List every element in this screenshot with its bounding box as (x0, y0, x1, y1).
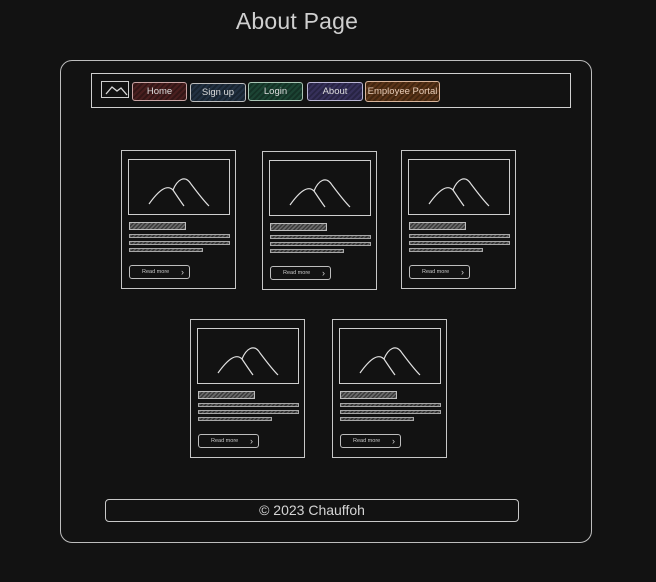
card-text-placeholder (198, 410, 299, 414)
image-placeholder-icon (128, 159, 230, 215)
read-more-button[interactable]: Read more › (340, 434, 401, 448)
card-text-placeholder (270, 249, 344, 253)
read-more-label: Read more (422, 269, 450, 275)
read-more-label: Read more (353, 438, 381, 444)
page-title: About Page (235, 8, 359, 34)
image-placeholder-icon (197, 328, 299, 384)
read-more-label: Read more (142, 269, 170, 275)
read-more-button[interactable]: Read more › (129, 265, 190, 279)
browser-frame (60, 60, 592, 543)
card: Read more › (262, 151, 377, 290)
image-placeholder-icon (269, 160, 371, 216)
nav-employee-portal-button[interactable]: Employee Portal (365, 81, 440, 102)
footer: © 2023 Chauffoh (105, 499, 519, 522)
read-more-button[interactable]: Read more › (198, 434, 259, 448)
card-text-placeholder (198, 417, 272, 421)
card-text-placeholder (270, 235, 371, 239)
chevron-right-icon: › (322, 268, 325, 278)
card: Read more › (121, 150, 236, 289)
card-title-placeholder (198, 391, 255, 399)
card-text-placeholder (340, 403, 441, 407)
card-text-placeholder (129, 234, 230, 238)
card-text-placeholder (340, 417, 414, 421)
chevron-right-icon: › (392, 436, 395, 446)
chevron-right-icon: › (461, 267, 464, 277)
card-title-placeholder (270, 223, 327, 231)
card: Read more › (190, 319, 305, 458)
card-text-placeholder (270, 242, 371, 246)
card-text-placeholder (340, 410, 441, 414)
logo-icon[interactable] (101, 81, 129, 98)
card-title-placeholder (129, 222, 186, 230)
card-text-placeholder (129, 248, 203, 252)
chevron-right-icon: › (181, 267, 184, 277)
card: Read more › (401, 150, 516, 289)
read-more-button[interactable]: Read more › (270, 266, 331, 280)
read-more-label: Read more (283, 270, 311, 276)
nav-home-button[interactable]: Home (132, 82, 187, 101)
card: Read more › (332, 319, 447, 458)
card-text-placeholder (409, 234, 510, 238)
read-more-button[interactable]: Read more › (409, 265, 470, 279)
chevron-right-icon: › (250, 436, 253, 446)
nav-signup-button[interactable]: Sign up (190, 83, 246, 102)
card-text-placeholder (409, 248, 483, 252)
nav-login-button[interactable]: Login (248, 82, 303, 101)
card-title-placeholder (409, 222, 466, 230)
image-placeholder-icon (408, 159, 510, 215)
card-text-placeholder (198, 403, 299, 407)
card-title-placeholder (340, 391, 397, 399)
card-text-placeholder (129, 241, 230, 245)
read-more-label: Read more (211, 438, 239, 444)
nav-about-button[interactable]: About (307, 82, 363, 101)
card-text-placeholder (409, 241, 510, 245)
image-placeholder-icon (339, 328, 441, 384)
